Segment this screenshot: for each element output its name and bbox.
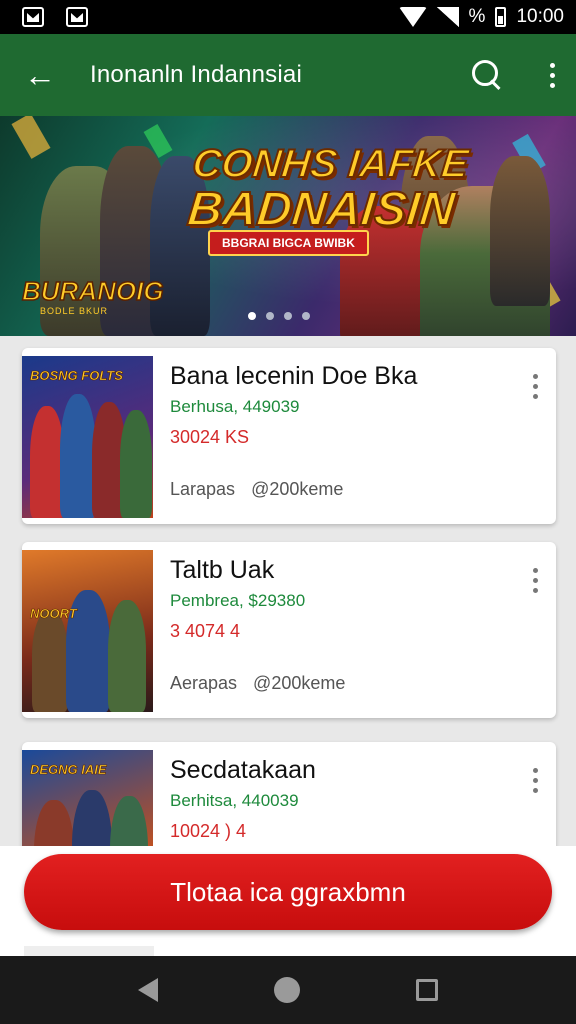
arrow-left-icon[interactable]: ← — [24, 59, 64, 91]
photo-notification-icon — [66, 7, 88, 27]
nav-back-icon[interactable] — [138, 978, 158, 1002]
next-item-peek — [24, 946, 154, 956]
item-meta: Berhitsa, 440039 — [170, 791, 299, 810]
carousel-indicator — [248, 312, 310, 320]
battery-percent: % — [468, 6, 486, 27]
carousel-dot[interactable] — [248, 312, 256, 320]
list-item[interactable]: NOORT Taltb Uak Pembrea, $29380 3 4074 4… — [22, 542, 556, 718]
item-title: Taltb Uak — [170, 556, 275, 584]
carousel-dot[interactable] — [266, 312, 274, 320]
page-title: Inonanln Indannsiai — [90, 61, 302, 88]
item-footer-right: @200keme — [253, 673, 346, 693]
clock: 10:00 — [516, 6, 564, 27]
promo-banner[interactable]: CONHS IAFKE BADNAISIN BBGRAI BIGCA BWIBK… — [0, 116, 576, 336]
status-bar: % 10:00 — [0, 0, 576, 34]
item-thumbnail: NOORT — [22, 550, 153, 712]
item-meta: Pembrea, $29380 — [170, 591, 306, 610]
wifi-icon — [398, 7, 427, 27]
item-price: 10024 ) 4 — [170, 821, 247, 841]
item-title: Bana lecenin Doe Bka — [170, 362, 418, 390]
carousel-dot[interactable] — [284, 312, 292, 320]
thumbnail-title: BOSNG FOLTS — [30, 368, 124, 384]
banner-subtag: BBGRAI BIGCA BWIBK — [208, 230, 369, 256]
list-item[interactable]: BOSNG FOLTS Bana lecenin Doe Bka Berhusa… — [22, 348, 556, 524]
thumbnail-title: NOORT — [30, 606, 77, 622]
banner-headline: CONHS IAFKE BADNAISIN — [184, 141, 471, 237]
battery-icon — [495, 7, 507, 27]
gmail-notification-icon — [22, 7, 44, 27]
item-title: Secdatakaan — [170, 756, 316, 784]
nav-recents-icon[interactable] — [416, 979, 438, 1001]
item-footer-left: Aerapas — [170, 673, 238, 693]
app-bar: ← Inonanln Indannsiai — [0, 34, 576, 116]
item-meta: Berhusa, 449039 — [170, 397, 300, 416]
nav-home-icon[interactable] — [274, 977, 300, 1003]
search-icon[interactable] — [470, 58, 504, 92]
signal-icon — [436, 7, 459, 27]
more-vert-icon[interactable] — [533, 768, 538, 793]
banner-logo: BURANOIG — [21, 275, 164, 307]
banner-headline-line2: BADNAISIN — [184, 182, 458, 237]
more-vert-icon[interactable] — [544, 62, 560, 88]
system-nav-bar — [0, 956, 576, 1024]
item-thumbnail: BOSNG FOLTS — [22, 356, 153, 518]
primary-cta-button[interactable]: Tlotaa ica ggraxbmn — [24, 854, 552, 930]
carousel-dot[interactable] — [302, 312, 310, 320]
item-footer-left: Larapas — [170, 479, 236, 499]
bottom-action-bar: Tlotaa ica ggraxbmn — [0, 846, 576, 956]
item-price: 3 4074 4 — [170, 621, 241, 641]
banner-logo-subtitle: BODLE BKUR — [40, 306, 109, 316]
thumbnail-title: DEGNG IAIE — [30, 762, 107, 778]
more-vert-icon[interactable] — [533, 374, 538, 399]
more-vert-icon[interactable] — [533, 568, 538, 593]
banner-headline-line1: CONHS IAFKE — [189, 141, 471, 187]
item-price: 30024 KS — [170, 427, 250, 447]
item-footer-right: @200keme — [251, 479, 344, 499]
